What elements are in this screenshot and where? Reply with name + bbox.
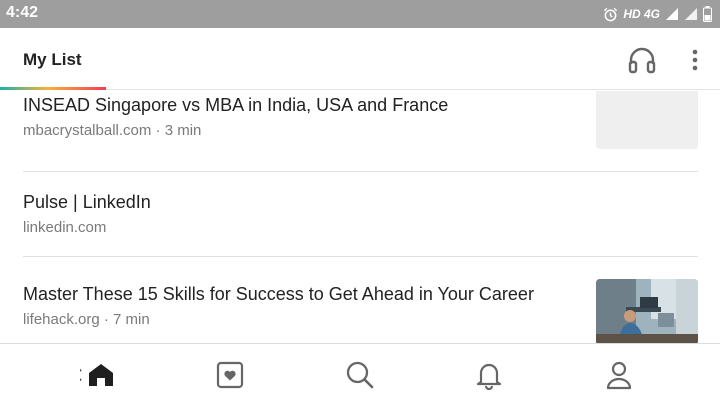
status-time: 4:42	[6, 4, 39, 21]
loading-indicator	[0, 87, 106, 90]
article-photo	[596, 279, 698, 343]
signal-icon	[685, 8, 697, 20]
search-icon	[346, 361, 374, 389]
headphones-icon	[628, 47, 656, 74]
article-meta: linkedin.com	[23, 219, 107, 236]
headphones-button[interactable]	[626, 44, 658, 76]
more-vert-icon	[692, 49, 698, 71]
nav-notifications[interactable]	[469, 356, 509, 394]
home-icon	[80, 364, 113, 386]
app-bar: My List	[0, 28, 720, 90]
alarm-icon	[604, 7, 618, 21]
notifications-icon	[476, 363, 502, 390]
article-title: Master These 15 Skills for Success to Ge…	[23, 284, 534, 304]
article-thumbnail	[596, 91, 698, 149]
nav-home[interactable]	[80, 356, 120, 394]
status-bar: 4:42 HD 4G	[0, 0, 720, 28]
favorites-icon	[216, 361, 244, 389]
list-item[interactable]: INSEAD Singapore vs MBA in India, USA an…	[0, 91, 720, 172]
article-thumbnail	[596, 279, 698, 343]
bottom-nav	[0, 343, 720, 405]
nav-favorites[interactable]	[210, 356, 250, 394]
status-icons: HD 4G	[603, 6, 712, 22]
more-options-button[interactable]	[683, 46, 707, 74]
nav-profile[interactable]	[599, 356, 639, 394]
battery-icon	[703, 6, 712, 22]
list-item[interactable]: Pulse | LinkedIn linkedin.com	[0, 172, 720, 257]
list-item[interactable]: Master These 15 Skills for Success to Ge…	[0, 257, 720, 343]
article-meta: mbacrystalball.com · 3 min	[23, 122, 202, 139]
network-label: HD 4G	[623, 7, 660, 21]
page-title: My List	[23, 50, 82, 69]
article-title: INSEAD Singapore vs MBA in India, USA an…	[23, 95, 449, 115]
nav-search[interactable]	[340, 356, 380, 394]
signal-icon	[666, 8, 678, 20]
article-title: Pulse | LinkedIn	[23, 192, 151, 212]
article-list: INSEAD Singapore vs MBA in India, USA an…	[0, 91, 720, 343]
profile-icon	[606, 361, 632, 390]
article-meta: lifehack.org · 7 min	[23, 311, 150, 328]
